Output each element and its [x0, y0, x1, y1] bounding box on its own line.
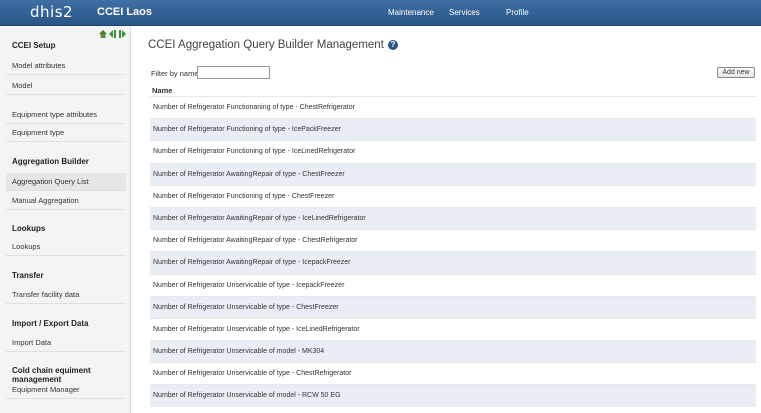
sidebar-item-manual-aggregation[interactable]: Manual Aggregation: [6, 192, 126, 210]
dhis2-logo[interactable]: dhis2: [30, 3, 73, 21]
sidebar-heading-import-export: Import / Export Data: [12, 319, 89, 328]
table-row[interactable]: Number of Refrigerator AwaitingRepair of…: [150, 229, 756, 251]
sidebar-item-equipment-manager[interactable]: Equipment Manager: [6, 381, 126, 399]
table-row[interactable]: Number of Refrigerator Unservicable of m…: [150, 340, 756, 363]
table-row[interactable]: Number of Refrigerator Functioning of ty…: [150, 184, 756, 207]
sidebar: CCEI Setup Model attributes Model Equipm…: [0, 26, 131, 413]
table-row[interactable]: Number of Refrigerator Unservicable of t…: [150, 317, 756, 340]
top-bar: dhis2 CCEI Laos Maintenance Services Pro…: [0, 0, 761, 26]
main-content: CCEI Aggregation Query Builder Managemen…: [131, 26, 761, 413]
menu-maintenance[interactable]: Maintenance: [388, 8, 434, 17]
sidebar-item-import-data[interactable]: Import Data: [6, 334, 126, 352]
sidebar-nav-icons: [99, 30, 126, 38]
sidebar-item-model-attributes[interactable]: Model attributes: [6, 57, 126, 75]
filter-label: Filter by name: [151, 69, 199, 78]
table-row[interactable]: Number of Refrigerator Functioning of ty…: [150, 118, 756, 141]
table-row[interactable]: Number of Refrigerator AwaitingRepair of…: [150, 251, 756, 274]
page-title: CCEI Aggregation Query Builder Managemen…: [148, 39, 384, 51]
table-row[interactable]: Number of Refrigerator Functionaning of …: [150, 96, 756, 118]
table-row[interactable]: Number of Refrigerator Functioning of ty…: [150, 140, 756, 162]
sidebar-heading-lookups: Lookups: [12, 224, 46, 233]
sidebar-item-equipment-type[interactable]: Equipment type: [6, 124, 126, 142]
help-icon[interactable]: ?: [387, 40, 398, 50]
add-new-button[interactable]: Add new: [717, 67, 755, 78]
table-row[interactable]: Number of Refrigerator Unservicable of m…: [150, 384, 756, 407]
sidebar-heading-ccei-setup: CCEI Setup: [12, 41, 56, 50]
sidebar-item-equipment-type-attributes[interactable]: Equipment type attributes: [6, 106, 126, 124]
filter-by-name-input[interactable]: [197, 66, 270, 79]
sidebar-heading-transfer: Transfer: [12, 271, 44, 280]
sidebar-item-aggregation-query-list[interactable]: Aggregation Query List: [6, 173, 126, 191]
column-header-name[interactable]: Name: [152, 86, 172, 95]
app-title[interactable]: CCEI Laos: [97, 6, 152, 18]
sidebar-heading-aggregation-builder: Aggregation Builder: [12, 157, 89, 166]
expand-right-icon[interactable]: [119, 30, 126, 38]
page-title-wrap: CCEI Aggregation Query Builder Managemen…: [148, 39, 398, 51]
table-row[interactable]: Number of Refrigerator AwaitingRepair of…: [150, 162, 756, 185]
sidebar-item-model[interactable]: Model: [6, 77, 126, 95]
query-list: Number of Refrigerator Functionaning of …: [150, 96, 756, 407]
menu-services[interactable]: Services: [449, 8, 480, 17]
table-row[interactable]: Number of Refrigerator AwaitingRepair of…: [150, 206, 756, 230]
sidebar-item-lookups[interactable]: Lookups: [6, 238, 126, 256]
table-row[interactable]: Number of Refrigerator Unservicable of t…: [150, 362, 756, 384]
home-icon[interactable]: [99, 30, 107, 38]
table-row[interactable]: Number of Refrigerator Unservicable of t…: [150, 295, 756, 318]
menu-profile[interactable]: Profile: [506, 8, 529, 17]
table-row[interactable]: Number of Refrigerator Unservicable of t…: [150, 273, 756, 296]
collapse-left-icon[interactable]: [109, 30, 116, 38]
sidebar-item-transfer-facility-data[interactable]: Transfer facility data: [6, 286, 126, 304]
